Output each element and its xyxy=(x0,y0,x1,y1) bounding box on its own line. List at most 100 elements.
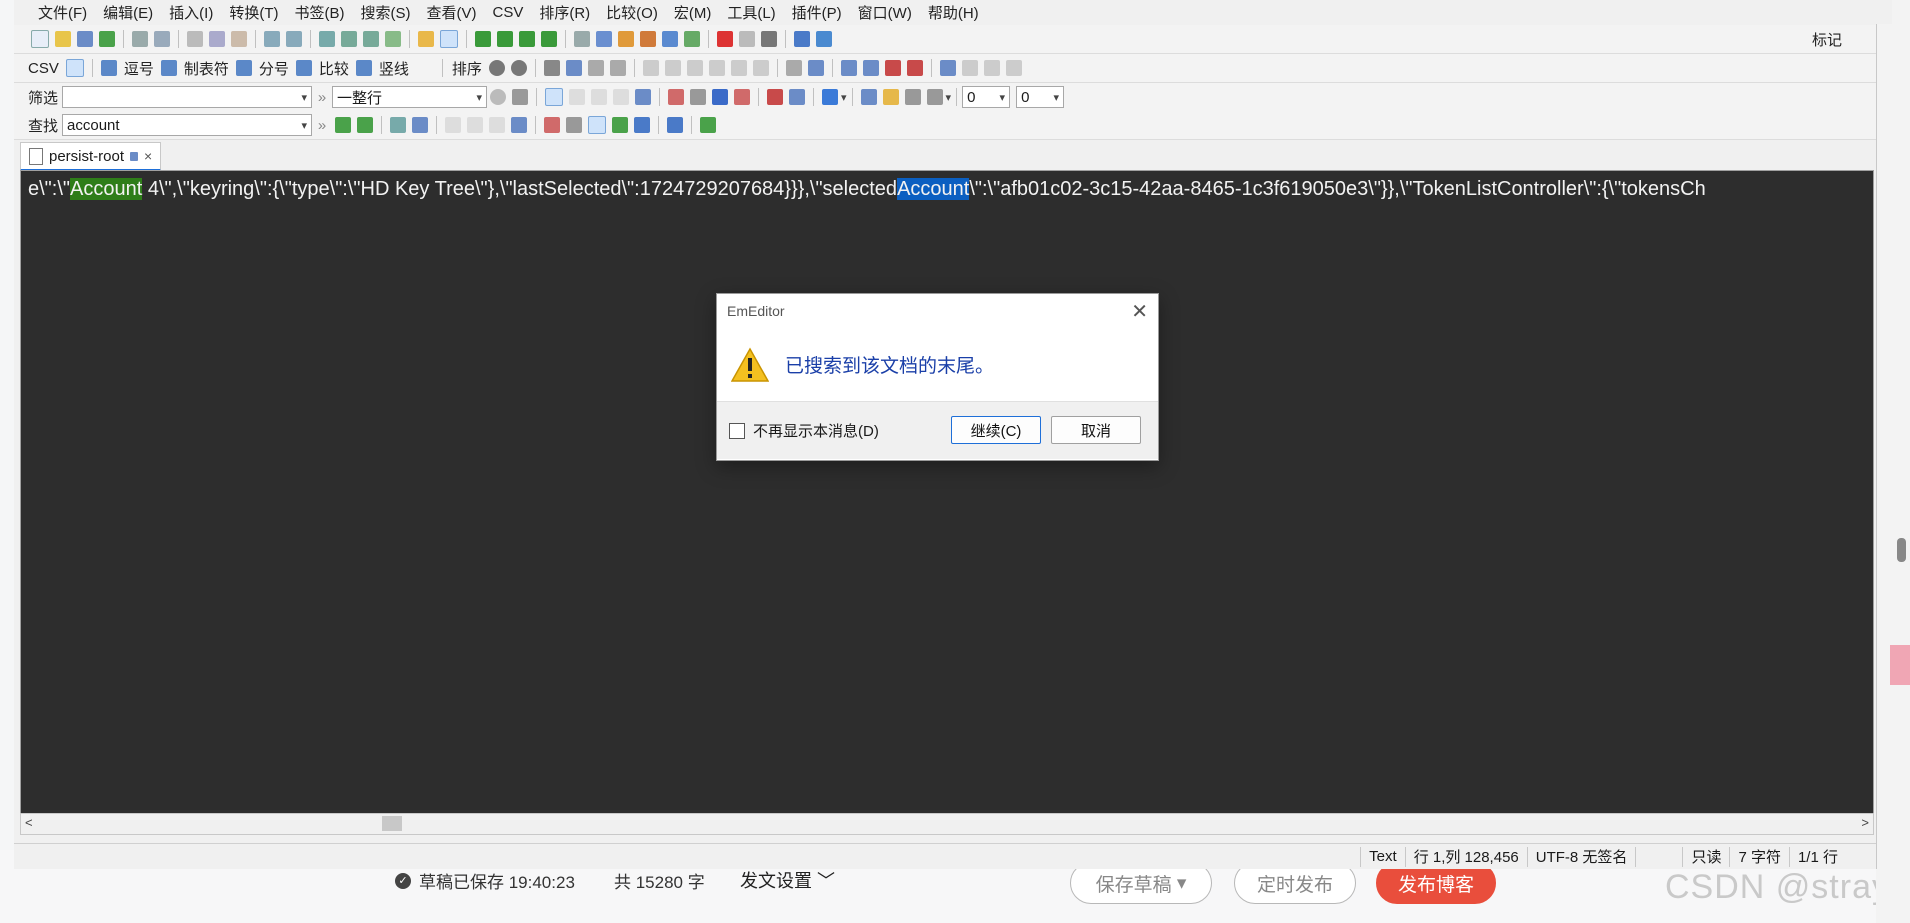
column-edit-icon[interactable] xyxy=(587,60,604,76)
number-select-2[interactable]: 0 ▾ xyxy=(1016,86,1065,108)
tools-icon[interactable] xyxy=(618,31,634,47)
sort-button[interactable]: 排序 xyxy=(448,58,486,79)
ruler-icon[interactable] xyxy=(939,60,956,76)
go-icon[interactable] xyxy=(700,117,717,133)
status-position[interactable]: 行 1,列 128,456 xyxy=(1404,846,1527,867)
find-input[interactable]: account ▾ xyxy=(62,114,313,136)
menu-item[interactable]: 文件(F) xyxy=(30,2,95,23)
filter-mode-select[interactable]: 一整行 ▾ xyxy=(332,86,488,108)
cancel-button[interactable]: 取消 xyxy=(1051,416,1141,444)
view-2-icon[interactable] xyxy=(497,31,513,47)
find-next-icon[interactable] xyxy=(341,31,357,47)
column-copy-icon[interactable] xyxy=(609,60,626,76)
find-prev-icon[interactable] xyxy=(357,117,374,133)
status-encoding[interactable]: UTF-8 无签名 xyxy=(1526,846,1636,867)
spell-icon[interactable] xyxy=(785,60,802,76)
filter-input[interactable]: ▾ xyxy=(62,86,313,108)
menu-item[interactable]: 搜索(S) xyxy=(352,2,418,23)
bookmark-icon[interactable] xyxy=(767,89,784,105)
redo-icon[interactable] xyxy=(286,31,302,47)
bracket-icon[interactable] xyxy=(613,89,630,105)
tab-persist-root[interactable]: persist-root × xyxy=(20,142,162,171)
comma-button[interactable]: 逗号 xyxy=(120,58,158,79)
scroll-left-icon[interactable]: < xyxy=(25,815,33,830)
col-c-icon[interactable] xyxy=(1005,60,1022,76)
split-icon[interactable] xyxy=(840,60,857,76)
copy-icon[interactable] xyxy=(209,31,225,47)
menu-item[interactable]: CSV xyxy=(484,4,531,21)
publish-settings-link[interactable]: 发文设置 ﹀ xyxy=(740,867,835,893)
pen-icon[interactable] xyxy=(904,89,921,105)
new-file-icon[interactable] xyxy=(31,30,49,48)
sort-asc-icon[interactable] xyxy=(488,60,505,76)
find-icon[interactable] xyxy=(319,31,335,47)
filter-search-icon[interactable] xyxy=(545,88,564,106)
panel-icon[interactable] xyxy=(794,31,810,47)
sort-a-icon[interactable] xyxy=(642,60,659,76)
lock-icon[interactable] xyxy=(882,89,899,105)
chevron-down-icon[interactable]: ▾ xyxy=(476,91,482,104)
sort-desc-icon[interactable] xyxy=(510,60,527,76)
case-icon[interactable] xyxy=(544,117,561,133)
clear-format-icon[interactable] xyxy=(734,89,751,105)
view-4-icon[interactable] xyxy=(541,31,557,47)
menu-item[interactable]: 编辑(E) xyxy=(95,2,161,23)
check-list-icon[interactable] xyxy=(662,31,678,47)
horizontal-scrollbar[interactable]: < > xyxy=(20,813,1874,835)
page-scroll-thumb[interactable] xyxy=(1897,538,1906,562)
clear-icon[interactable] xyxy=(512,89,529,105)
editor-line[interactable]: e\":\"Account 4\",\"keyring\":{\"type\":… xyxy=(28,178,1706,201)
abc-icon[interactable] xyxy=(884,60,901,76)
case-icon[interactable] xyxy=(668,89,685,105)
column-tool-icon[interactable] xyxy=(543,60,560,76)
print-icon[interactable] xyxy=(132,31,148,47)
dont-show-label[interactable]: 不再显示本消息(D) xyxy=(753,420,879,441)
semicolon-button[interactable]: 分号 xyxy=(255,58,293,79)
scroll-thumb[interactable] xyxy=(382,816,402,831)
bracket-icon[interactable] xyxy=(489,117,506,133)
list-icon[interactable] xyxy=(684,31,700,47)
menu-item[interactable]: 比较(O) xyxy=(598,2,666,23)
escape-icon[interactable] xyxy=(591,89,608,105)
minus-icon[interactable] xyxy=(712,89,729,105)
menu-item[interactable]: 书签(B) xyxy=(286,2,352,23)
filter-icon[interactable] xyxy=(440,30,458,48)
open-file-icon[interactable] xyxy=(55,31,71,47)
find-prev-icon[interactable] xyxy=(363,31,379,47)
menu-item[interactable]: 工具(L) xyxy=(719,2,783,23)
marker-label[interactable]: 标记 xyxy=(1808,29,1846,50)
grid-icon[interactable] xyxy=(65,59,84,77)
regex-icon[interactable] xyxy=(445,117,462,133)
grep-icon[interactable] xyxy=(612,117,629,133)
menu-item[interactable]: 转换(T) xyxy=(221,2,286,23)
status-type[interactable]: Text xyxy=(1360,846,1405,867)
regex-icon[interactable] xyxy=(569,89,586,105)
search-icon[interactable] xyxy=(390,117,407,133)
menu-item[interactable]: 窗口(W) xyxy=(850,2,920,23)
pipe-button[interactable]: 竖线 xyxy=(375,58,413,79)
status-readonly[interactable]: 只读 xyxy=(1682,846,1729,867)
number-icon[interactable] xyxy=(906,60,923,76)
continue-button[interactable]: 继续(C) xyxy=(951,416,1041,444)
menu-item[interactable]: 帮助(H) xyxy=(920,2,987,23)
fuzzy-icon[interactable] xyxy=(511,117,528,133)
col-b-icon[interactable] xyxy=(983,60,1000,76)
word-icon[interactable] xyxy=(566,117,583,133)
scroll-right-icon[interactable]: > xyxy=(1861,815,1869,830)
dont-show-checkbox[interactable] xyxy=(729,422,745,439)
run-macro-icon[interactable] xyxy=(739,31,755,47)
close-icon[interactable]: × xyxy=(144,148,152,164)
macro-help-icon[interactable] xyxy=(761,31,777,47)
replace-icon[interactable] xyxy=(385,31,401,47)
save-icon[interactable] xyxy=(77,31,93,47)
wrap-icon[interactable] xyxy=(588,116,607,134)
compare-button[interactable]: 比较 xyxy=(315,58,353,79)
menu-item[interactable]: 宏(M) xyxy=(666,2,720,23)
word-icon[interactable] xyxy=(690,89,707,105)
menu-item[interactable]: 插入(I) xyxy=(161,2,221,23)
page-icon[interactable] xyxy=(789,89,806,105)
chevron-down-icon[interactable]: ▾ xyxy=(301,119,307,132)
highlight-icon[interactable] xyxy=(418,31,434,47)
page-scrollbar[interactable] xyxy=(1876,0,1910,923)
escape-icon[interactable] xyxy=(467,117,484,133)
